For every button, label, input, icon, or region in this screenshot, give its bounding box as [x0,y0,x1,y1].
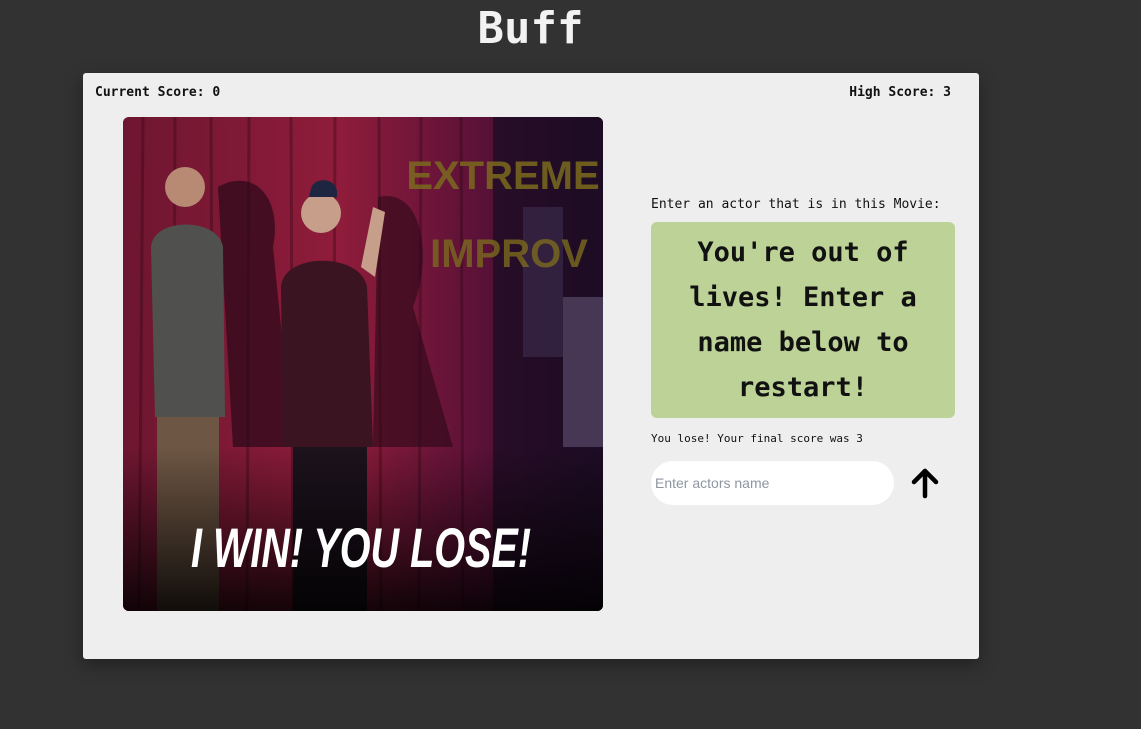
game-panel: Enter an actor that is in this Movie: Yo… [651,197,955,505]
actor-input-row [651,461,955,505]
prompt-label: Enter an actor that is in this Movie: [651,197,941,212]
current-score: Current Score: 0 [95,85,221,100]
game-card: Current Score: 0 High Score: 3 EXTREME I… [83,73,979,659]
high-score: High Score: 3 [849,85,951,100]
poster-text-extreme: EXTREME [406,154,599,198]
status-message: You're out of lives! Enter a name below … [689,237,917,403]
poster-text-improv: IMPROV [430,232,588,276]
status-message-box: You're out of lives! Enter a name below … [651,222,955,418]
movie-poster: EXTREME IMPROV I WIN! YOU LOSE! [123,117,603,611]
final-score-text: You lose! Your final score was 3 [651,432,863,445]
arrow-up-icon [911,468,939,499]
poster-image: EXTREME IMPROV I WIN! YOU LOSE! [123,117,603,611]
app-title: Buff [477,3,584,54]
submit-button[interactable] [908,466,942,500]
actor-name-input[interactable] [651,461,894,505]
poster-caption: I WIN! YOU LOSE! [191,516,531,579]
